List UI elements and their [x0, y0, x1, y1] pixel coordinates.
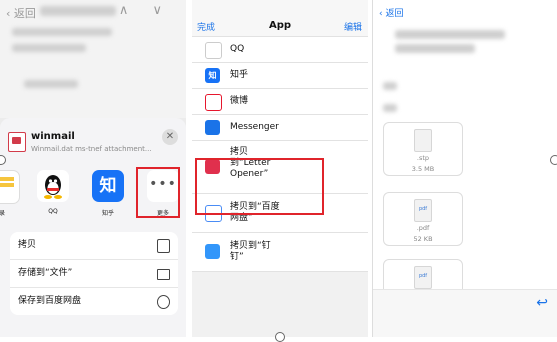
- close-button[interactable]: ✕: [162, 129, 178, 145]
- highlight-more-button: [136, 167, 180, 218]
- app-label: 知乎: [101, 210, 114, 217]
- file-card[interactable]: .stp 3.5 MB: [383, 122, 463, 176]
- file-size: 3.5 MB: [411, 165, 435, 173]
- blurred-text: [395, 30, 505, 39]
- dingtalk-icon: [205, 244, 220, 259]
- blurred-text: [383, 104, 397, 112]
- blurred-text: [383, 82, 397, 90]
- zhihu-icon: 知: [99, 176, 117, 196]
- weibo-icon: [205, 94, 222, 111]
- folder-icon: [157, 269, 170, 280]
- reply-icon[interactable]: ↩: [536, 295, 548, 311]
- action-label: 保存到百度网盘: [18, 296, 82, 306]
- app-item-dingtalk[interactable]: 拷贝到“钉 钉”: [192, 233, 368, 272]
- page-title: App: [268, 20, 292, 31]
- app-item-label: 拷贝到“钉 钉”: [230, 241, 271, 262]
- messenger-icon: [205, 120, 220, 135]
- app-label: QQ: [48, 208, 58, 215]
- resize-handle-icon[interactable]: [550, 155, 557, 165]
- mail-nav-arrows[interactable]: ∧ ∨: [119, 3, 172, 18]
- app-list: QQ 知 知乎 微博 Messenger 拷贝 到“Letter Opener”…: [192, 37, 368, 272]
- qq-icon: [44, 175, 62, 199]
- blurred-subject: [40, 6, 116, 16]
- app-item-label: 微博: [230, 96, 249, 106]
- share-actions-list: 拷贝 存储到“文件” 保存到百度网盘: [10, 232, 178, 315]
- action-label: 存储到“文件”: [18, 268, 73, 278]
- back-button[interactable]: ‹ 返回: [6, 5, 36, 21]
- app-item-label: QQ: [230, 44, 245, 54]
- app-label: 录: [0, 210, 5, 217]
- file-name: .pdf: [416, 224, 430, 232]
- app-item-qq[interactable]: QQ: [192, 37, 368, 63]
- blurred-text: [12, 28, 112, 36]
- copy-action[interactable]: 拷贝: [10, 232, 178, 260]
- app-item-label: Messenger: [230, 122, 279, 132]
- blurred-text: [395, 44, 475, 53]
- app-item-weibo[interactable]: 微博: [192, 89, 368, 115]
- app-item-zhihu[interactable]: 知 知乎: [192, 63, 368, 89]
- action-label: 拷贝: [18, 240, 37, 250]
- app-item-messenger[interactable]: Messenger: [192, 115, 368, 141]
- zhihu-icon: 知: [205, 68, 220, 83]
- mail-detail-panel: ‹ 返回 .stp 3.5 MB pdf .pdf 52 KB pdf ↩: [372, 0, 557, 337]
- save-to-files-action[interactable]: 存储到“文件”: [10, 260, 178, 288]
- pdf-icon: pdf: [414, 266, 432, 289]
- blurred-text: [24, 80, 78, 88]
- save-to-baidu-action[interactable]: 保存到百度网盘: [10, 288, 178, 315]
- mail-header-area: ‹ 返回 ∧ ∨: [0, 0, 186, 118]
- attachment-subtitle: Winmail.dat ms-tnef attachment...: [31, 145, 152, 153]
- file-icon: [414, 129, 432, 152]
- blurred-text: [12, 44, 86, 52]
- app-zhihu[interactable]: 知: [92, 170, 124, 202]
- app-list-header: 完成 App 编辑: [192, 0, 368, 37]
- attachment-icon: [8, 132, 26, 152]
- highlight-letter-opener: [195, 158, 324, 215]
- attachment-title: winmail: [31, 131, 75, 142]
- bottom-toolbar: ↩: [373, 289, 557, 337]
- app-qq[interactable]: [37, 170, 69, 202]
- back-label: 返回: [385, 9, 404, 19]
- baidu-netdisk-icon: [157, 295, 170, 309]
- file-size: 52 KB: [413, 235, 433, 243]
- file-card[interactable]: pdf .pdf 52 KB: [383, 192, 463, 246]
- back-label: 返回: [13, 7, 36, 20]
- edit-button[interactable]: 编辑: [344, 20, 362, 33]
- pdf-icon: pdf: [414, 199, 432, 222]
- copy-icon: [157, 239, 170, 253]
- app-item-label: 知乎: [230, 70, 249, 80]
- resize-handle-icon[interactable]: [275, 332, 285, 342]
- back-button[interactable]: ‹ 返回: [379, 6, 403, 19]
- qq-icon: [205, 42, 222, 59]
- app-notes-partial[interactable]: [0, 170, 20, 204]
- file-name: .stp: [416, 154, 430, 162]
